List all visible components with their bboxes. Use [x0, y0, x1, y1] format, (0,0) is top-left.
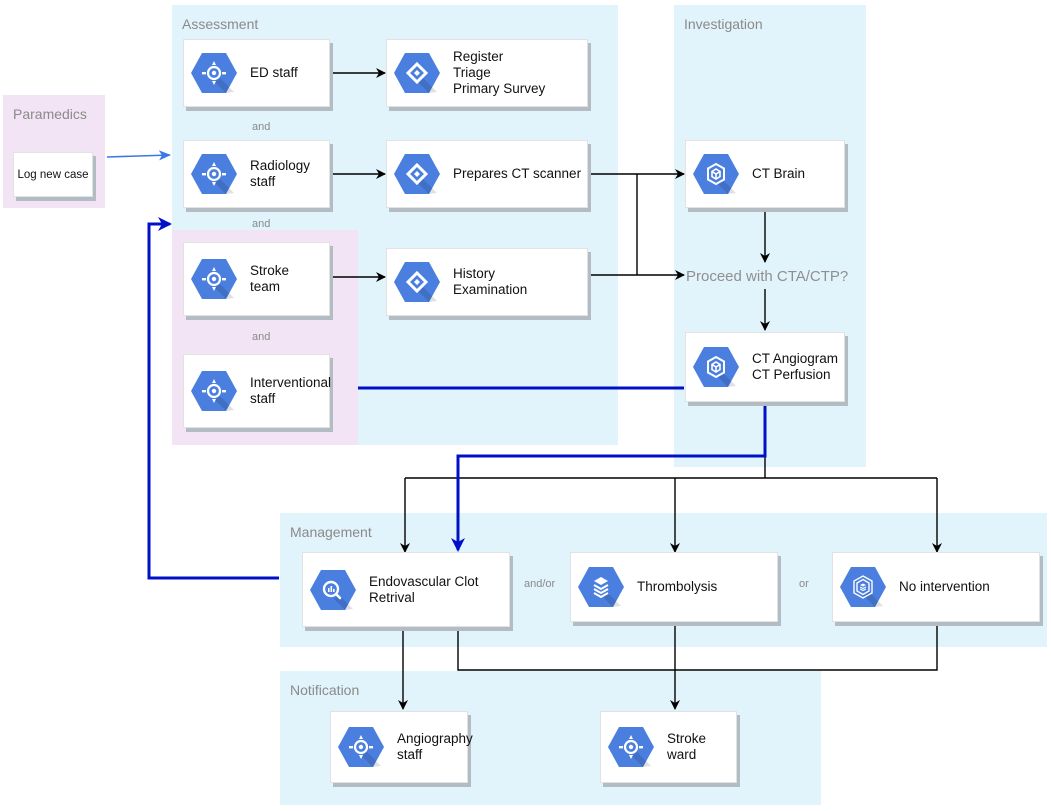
connector-and-or: and/or	[524, 578, 556, 590]
thrombolysis-node[interactable]: Thrombolysis	[570, 552, 778, 622]
cube-icon	[692, 346, 740, 388]
node-label: ED staff	[250, 65, 298, 80]
hexagon-spiral-icon	[839, 566, 887, 608]
history-exam-node[interactable]: History Examination	[386, 248, 588, 316]
log-new-case-node[interactable]: Log new case	[13, 152, 93, 197]
node-label: Register Triage Primary Survey	[453, 49, 546, 96]
compass-icon	[607, 726, 655, 768]
node-label: Endovascular Clot Retrival	[369, 573, 479, 605]
radiology-staff-node[interactable]: Radiology staff	[183, 140, 330, 208]
connector-and: and	[252, 331, 271, 343]
stroke-ward-node[interactable]: Stroke ward	[600, 711, 737, 783]
register-triage-node[interactable]: Register Triage Primary Survey	[386, 39, 588, 107]
diamond-icon	[393, 261, 441, 303]
diamond-icon	[393, 52, 441, 94]
node-label: Prepares CT scanner	[453, 166, 582, 181]
node-label: Angiography staff	[397, 731, 473, 762]
node-label: CT Brain	[752, 166, 806, 181]
node-label: Stroke ward	[667, 731, 707, 762]
connector-and: and	[252, 218, 271, 230]
lane-label: Assessment	[182, 16, 259, 32]
connector-or: or	[799, 578, 809, 590]
compass-icon	[190, 153, 238, 195]
edge-log-to-assessment	[106, 150, 171, 161]
stroke-team-node[interactable]: Stroke team	[183, 242, 330, 316]
lane-label: Paramedics	[13, 106, 87, 122]
lane-label: Notification	[290, 682, 360, 698]
ed-staff-node[interactable]: ED staff	[183, 39, 330, 107]
node-label: Radiology staff	[250, 158, 311, 189]
interventional-staff-node[interactable]: Interventional staff	[183, 354, 332, 428]
connector-and: and	[252, 121, 271, 133]
diamond-icon	[393, 153, 441, 195]
lane-label: Management	[290, 524, 372, 540]
node-label: Interventional staff	[250, 375, 332, 406]
magnifier-chart-icon	[309, 569, 357, 611]
decision-question: Proceed with CTA/CTP?	[686, 268, 849, 285]
node-label: Log new case	[17, 168, 89, 181]
compass-icon	[190, 52, 238, 94]
prepares-ct-node[interactable]: Prepares CT scanner	[386, 140, 588, 208]
compass-icon	[337, 726, 385, 768]
compass-icon	[190, 258, 238, 300]
lane-label: Investigation	[684, 16, 763, 32]
ct-angiogram-node[interactable]: CT Angiogram CT Perfusion	[685, 332, 845, 402]
node-label: Thrombolysis	[637, 579, 718, 594]
no-intervention-node[interactable]: No intervention	[832, 552, 1040, 622]
node-label: No intervention	[899, 579, 990, 594]
endovascular-node[interactable]: Endovascular Clot Retrival	[302, 552, 510, 627]
angiography-staff-node[interactable]: Angiography staff	[330, 711, 473, 783]
compass-icon	[190, 370, 238, 412]
cube-icon	[692, 153, 740, 195]
node-label: Stroke team	[250, 263, 290, 294]
ct-brain-node[interactable]: CT Brain	[685, 140, 845, 208]
layers-icon	[577, 566, 625, 608]
node-label: History Examination	[453, 266, 528, 297]
node-label: CT Angiogram CT Perfusion	[752, 351, 839, 382]
